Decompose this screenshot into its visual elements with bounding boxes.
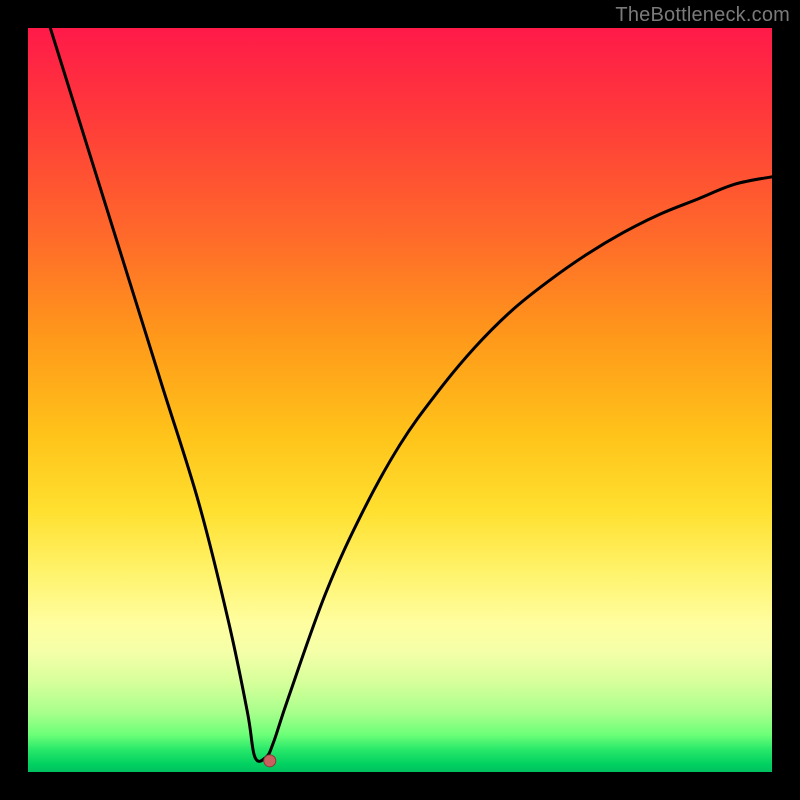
watermark-text: TheBottleneck.com <box>615 4 790 27</box>
optimum-marker <box>264 755 276 767</box>
chart-frame: TheBottleneck.com <box>0 0 800 800</box>
plot-area <box>28 28 772 772</box>
bottleneck-curve-svg <box>28 28 772 772</box>
bottleneck-curve-path <box>50 28 772 761</box>
